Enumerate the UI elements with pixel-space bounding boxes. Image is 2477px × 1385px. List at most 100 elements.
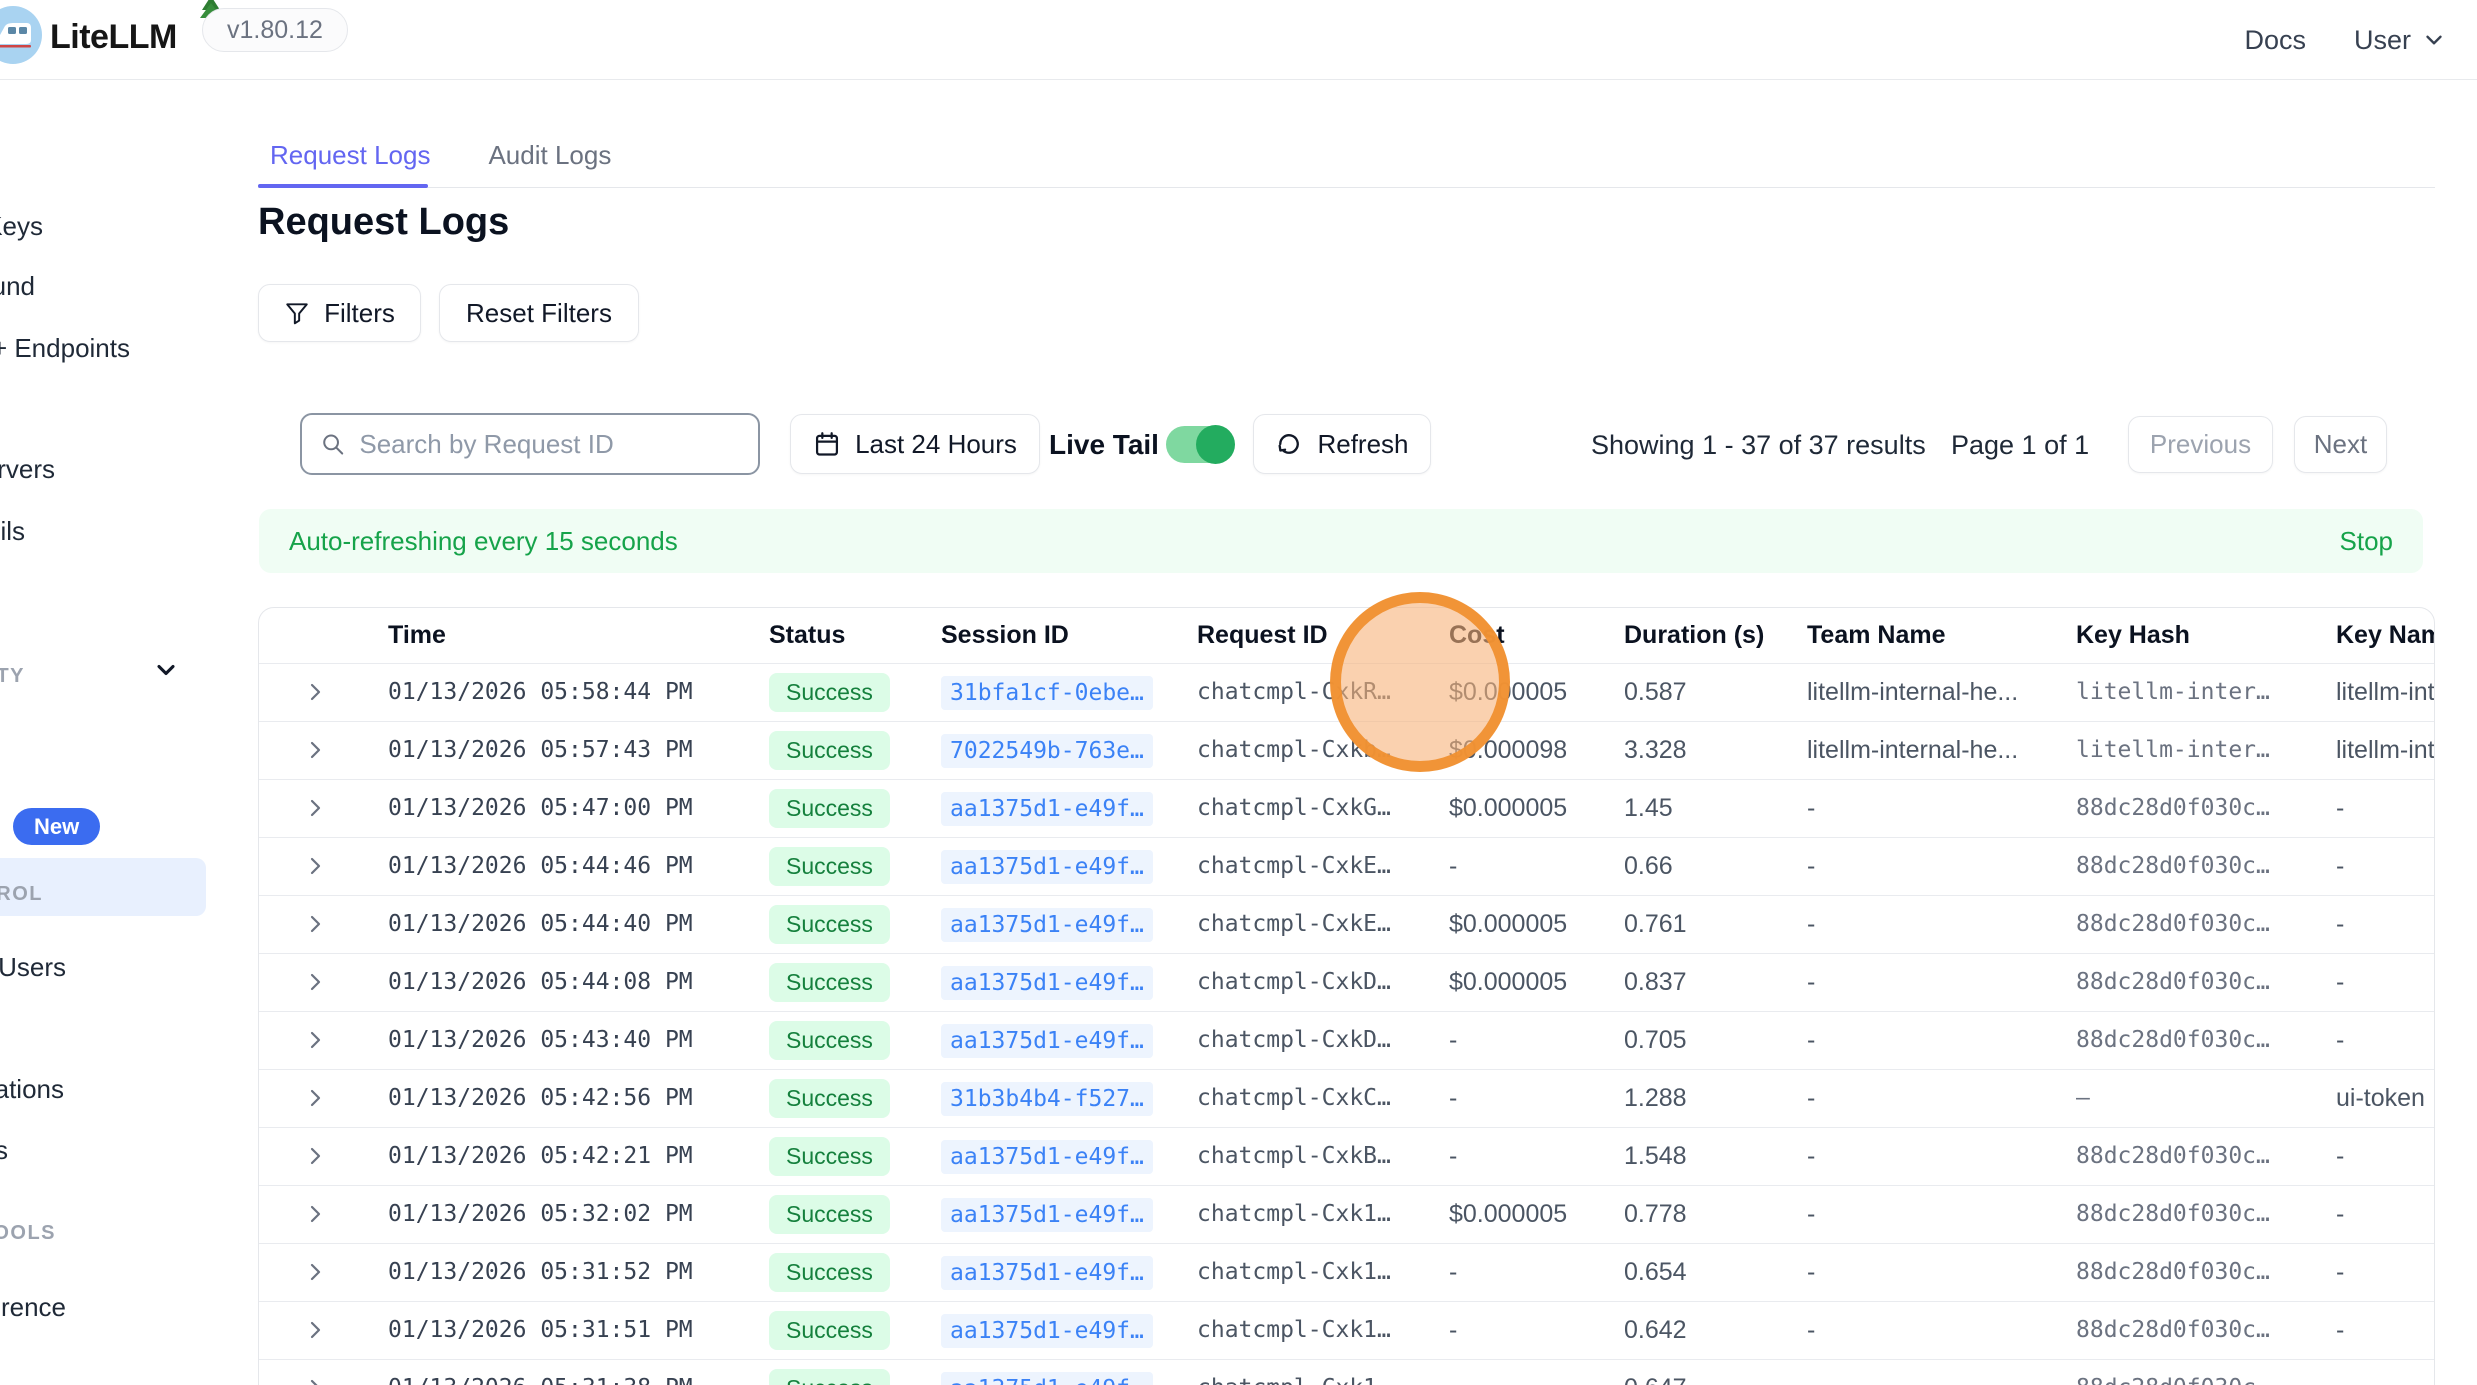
cell-key-name: - [2336, 895, 2435, 953]
cell-duration: 0.837 [1624, 953, 1807, 1011]
log-table-row[interactable]: 01/13/2026 05:31:51 PM Success aa1375d1-… [259, 1301, 2435, 1359]
cell-team-name: - [1807, 895, 2076, 953]
session-id-link[interactable]: aa1375d1-e49f… [941, 966, 1153, 1000]
status-badge: Success [769, 1021, 890, 1060]
session-id-link[interactable]: aa1375d1-e49f… [941, 792, 1153, 826]
log-table-row[interactable]: 01/13/2026 05:32:02 PM Success aa1375d1-… [259, 1185, 2435, 1243]
cell-time: 01/13/2026 05:31:38 PM [388, 1359, 769, 1385]
sidebar-item-guardrails[interactable]: ils [0, 516, 25, 547]
session-id-link[interactable]: 31b3b4b4-f527… [941, 1082, 1153, 1116]
tab-audit-logs[interactable]: Audit Logs [476, 140, 623, 197]
cell-duration: 0.642 [1624, 1301, 1807, 1359]
cell-cost: - [1449, 837, 1624, 895]
log-table-row[interactable]: 01/13/2026 05:42:56 PM Success 31b3b4b4-… [259, 1069, 2435, 1127]
expand-row-chevron-icon[interactable] [259, 796, 388, 820]
docs-link[interactable]: Docs [2244, 25, 2306, 56]
expand-row-chevron-icon[interactable] [259, 1260, 388, 1284]
sidebar-collapse-chevron-icon[interactable] [152, 656, 180, 684]
log-table-row[interactable]: 01/13/2026 05:57:43 PM Success 7022549b-… [259, 721, 2435, 779]
cell-time: 01/13/2026 05:58:44 PM [388, 663, 769, 721]
page-indicator: Page 1 of 1 [1951, 430, 2089, 461]
sidebar-item-playground[interactable]: und [0, 271, 35, 302]
logs-tabs: Request Logs Audit Logs [258, 140, 623, 197]
expand-row-chevron-icon[interactable] [259, 1144, 388, 1168]
session-id-link[interactable]: aa1375d1-e49f… [941, 1314, 1153, 1348]
tab-request-logs[interactable]: Request Logs [258, 140, 442, 197]
cell-key-name: - [2336, 779, 2435, 837]
sidebar-nav: Keys und + Endpoints rvers ils TY New TR… [0, 80, 206, 1385]
session-id-link[interactable]: aa1375d1-e49f… [941, 1198, 1153, 1232]
session-id-link[interactable]: aa1375d1-e49f… [941, 1140, 1153, 1174]
status-badge: Success [769, 731, 890, 770]
log-table-row[interactable]: 01/13/2026 05:44:40 PM Success aa1375d1-… [259, 895, 2435, 953]
session-id-link[interactable]: 31bfa1cf-0ebe… [941, 676, 1153, 710]
chevron-down-icon [2421, 27, 2447, 53]
expand-row-chevron-icon[interactable] [259, 1086, 388, 1110]
cell-time: 01/13/2026 05:42:21 PM [388, 1127, 769, 1185]
expand-row-chevron-icon[interactable] [259, 1318, 388, 1342]
log-table-row[interactable]: 01/13/2026 05:58:44 PM Success 31bfa1cf-… [259, 663, 2435, 721]
expand-row-chevron-icon[interactable] [259, 854, 388, 878]
refresh-icon [1275, 430, 1303, 458]
header-team-name: Team Name [1807, 608, 2076, 663]
log-table-row[interactable]: 01/13/2026 05:42:21 PM Success aa1375d1-… [259, 1127, 2435, 1185]
filters-button[interactable]: Filters [258, 284, 421, 342]
user-menu[interactable]: User [2354, 25, 2447, 56]
expand-row-chevron-icon[interactable] [259, 1028, 388, 1052]
session-id-link[interactable]: aa1375d1-e49f… [941, 1256, 1153, 1290]
time-range-button[interactable]: Last 24 Hours [790, 414, 1040, 474]
log-table-row[interactable]: 01/13/2026 05:44:08 PM Success aa1375d1-… [259, 953, 2435, 1011]
request-id-search[interactable] [300, 413, 760, 475]
next-label: Next [2314, 429, 2367, 460]
brand-title: LiteLLM [50, 18, 177, 57]
session-id-link[interactable]: 7022549b-763e… [941, 734, 1153, 768]
page-title: Request Logs [258, 201, 509, 244]
cell-key-hash: 88dc28d0f030c… [2076, 1301, 2336, 1359]
session-id-link[interactable]: aa1375d1-e49f… [941, 1024, 1153, 1058]
live-tail-toggle[interactable] [1166, 426, 1234, 463]
sidebar-item-organizations[interactable]: ations [0, 1074, 64, 1105]
search-input[interactable] [359, 429, 740, 460]
log-table-row[interactable]: 01/13/2026 05:31:38 PM Success aa1375d1-… [259, 1359, 2435, 1385]
sidebar-item-teams[interactable]: s [0, 1135, 8, 1166]
previous-page-button[interactable]: Previous [2128, 416, 2273, 473]
refresh-button[interactable]: Refresh [1253, 414, 1431, 474]
sidebar-item-servers[interactable]: rvers [0, 454, 55, 485]
cell-duration: 0.654 [1624, 1243, 1807, 1301]
next-page-button[interactable]: Next [2294, 416, 2387, 473]
cell-team-name: - [1807, 1359, 2076, 1385]
cell-cost: $0.000005 [1449, 953, 1624, 1011]
expand-row-chevron-icon[interactable] [259, 738, 388, 762]
session-id-link[interactable]: aa1375d1-e49f… [941, 908, 1153, 942]
log-table-row[interactable]: 01/13/2026 05:47:00 PM Success aa1375d1-… [259, 779, 2435, 837]
expand-row-chevron-icon[interactable] [259, 912, 388, 936]
log-table-row[interactable]: 01/13/2026 05:31:52 PM Success aa1375d1-… [259, 1243, 2435, 1301]
header-expander [259, 608, 388, 663]
cell-duration: 1.548 [1624, 1127, 1807, 1185]
cell-key-hash: 88dc28d0f030c… [2076, 1127, 2336, 1185]
top-navbar: LiteLLM v1.80.12 Docs User [0, 0, 2477, 80]
expand-row-chevron-icon[interactable] [259, 1202, 388, 1226]
header-status: Status [769, 608, 941, 663]
sidebar-item-reference[interactable]: erence [0, 1292, 66, 1323]
header-duration: Duration (s) [1624, 608, 1807, 663]
cell-key-name: - [2336, 1359, 2435, 1385]
cell-duration: 0.761 [1624, 895, 1807, 953]
expand-row-chevron-icon[interactable] [259, 1376, 388, 1385]
reset-filters-button[interactable]: Reset Filters [439, 284, 639, 342]
litellm-logo-icon [0, 6, 42, 64]
expand-row-chevron-icon[interactable] [259, 970, 388, 994]
cell-team-name: - [1807, 953, 2076, 1011]
log-table-row[interactable]: 01/13/2026 05:44:46 PM Success aa1375d1-… [259, 837, 2435, 895]
log-table-row[interactable]: 01/13/2026 05:43:40 PM Success aa1375d1-… [259, 1011, 2435, 1069]
session-id-link[interactable]: aa1375d1-e49f… [941, 1372, 1153, 1385]
sidebar-item-internal-users[interactable]: Users [0, 952, 66, 983]
expand-row-chevron-icon[interactable] [259, 680, 388, 704]
sidebar-item-models-endpoints[interactable]: + Endpoints [0, 333, 130, 364]
session-id-link[interactable]: aa1375d1-e49f… [941, 850, 1153, 884]
sidebar-item-keys[interactable]: Keys [0, 211, 43, 242]
status-badge: Success [769, 1195, 890, 1234]
stop-auto-refresh-link[interactable]: Stop [2340, 526, 2394, 557]
user-menu-label: User [2354, 25, 2411, 56]
cell-team-name: - [1807, 837, 2076, 895]
